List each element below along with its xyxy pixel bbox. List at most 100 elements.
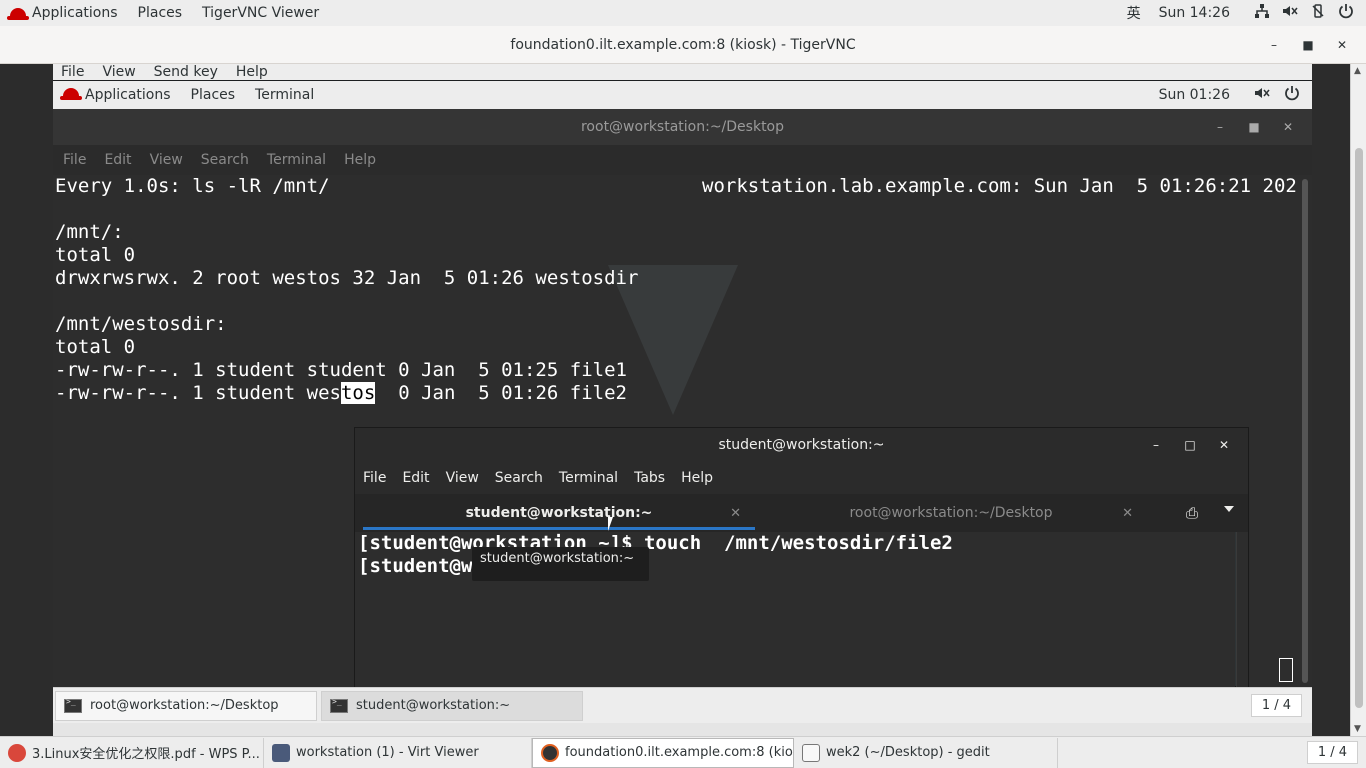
host-task-gedit[interactable]: wek2 (~/Desktop) - gedit bbox=[794, 737, 1058, 768]
gedit-icon bbox=[802, 743, 820, 762]
remote-task-root-terminal[interactable]: root@workstation:~/Desktop bbox=[55, 690, 317, 721]
scrollbar-thumb[interactable] bbox=[1302, 179, 1308, 683]
root-terminal-scrollbar[interactable] bbox=[1298, 175, 1312, 687]
terminal-line: total 0 bbox=[55, 336, 136, 358]
minimize-icon[interactable]: – bbox=[1260, 33, 1288, 57]
host-app-menu[interactable]: TigerVNC Viewer bbox=[192, 0, 329, 26]
close-icon[interactable]: ✕ bbox=[730, 506, 741, 521]
network-icon[interactable] bbox=[1248, 3, 1276, 23]
vnc-window-title: foundation0.ilt.example.com:8 (kiosk) - … bbox=[510, 36, 856, 53]
st-menu-help[interactable]: Help bbox=[681, 470, 713, 486]
remote-task-student-terminal[interactable]: student@workstation:~ bbox=[321, 690, 583, 721]
minimize-icon[interactable]: – bbox=[1206, 115, 1234, 139]
maximize-icon[interactable]: ■ bbox=[1294, 33, 1322, 57]
st-menu-terminal[interactable]: Terminal bbox=[559, 470, 618, 486]
remote-desktop: File View Send key Help Applications Pla… bbox=[53, 64, 1312, 736]
terminal-icon bbox=[64, 697, 82, 713]
tab-root[interactable]: root@workstation:~/Desktop ✕ bbox=[755, 494, 1147, 532]
vnc-menu-help[interactable]: Help bbox=[236, 64, 268, 80]
volume-muted-icon[interactable] bbox=[1254, 85, 1270, 105]
host-workspace-pager[interactable]: 1 / 4 bbox=[1306, 741, 1358, 764]
vnc-window-titlebar[interactable]: foundation0.ilt.example.com:8 (kiosk) - … bbox=[0, 26, 1366, 64]
remote-clock[interactable]: Sun 01:26 bbox=[1159, 87, 1230, 103]
host-applications-menu[interactable]: Applications bbox=[0, 0, 128, 26]
student-terminal-scrollbar[interactable] bbox=[1236, 532, 1248, 688]
new-tab-icon[interactable]: ⎙ bbox=[1186, 504, 1198, 522]
watch-header-right: workstation.lab.example.com: Sun Jan 5 0… bbox=[702, 175, 1309, 197]
vnc-menu-send-key[interactable]: Send key bbox=[154, 64, 218, 80]
st-menu-file[interactable]: File bbox=[363, 470, 386, 486]
remote-lower-strip bbox=[53, 723, 1312, 736]
scroll-up-icon[interactable]: ▲ bbox=[1354, 66, 1361, 76]
host-places-menu[interactable]: Places bbox=[128, 0, 193, 26]
input-method-indicator[interactable]: 英 bbox=[1113, 3, 1155, 23]
close-icon[interactable]: ✕ bbox=[1210, 433, 1238, 457]
terminal-line: /mnt/westosdir: bbox=[55, 313, 227, 335]
st-menu-view[interactable]: View bbox=[446, 470, 479, 486]
st-menu-edit[interactable]: Edit bbox=[402, 470, 429, 486]
remote-workspace-pager[interactable]: 1 / 4 bbox=[1250, 694, 1302, 717]
task-label: 3.Linux安全优化之权限.pdf - WPS P... bbox=[32, 747, 260, 762]
scrollbar-thumb[interactable] bbox=[1355, 148, 1363, 708]
student-terminal-titlebar[interactable]: student@workstation:~ – □ ✕ bbox=[355, 428, 1248, 462]
battery-icon[interactable] bbox=[1304, 3, 1332, 23]
root-terminal-menubar: File Edit View Search Terminal Help bbox=[53, 145, 1312, 175]
maximize-icon[interactable]: ■ bbox=[1240, 115, 1268, 139]
remote-terminal-menu[interactable]: Terminal bbox=[245, 87, 324, 103]
terminal-icon bbox=[330, 697, 348, 713]
tab-student[interactable]: student@workstation:~ ✕ bbox=[363, 494, 755, 532]
task-label: workstation (1) - Virt Viewer bbox=[296, 745, 479, 760]
terminal-line: Every 1.0s: ls -lR /mnt/ bbox=[55, 175, 330, 197]
host-clock[interactable]: Sun 14:26 bbox=[1155, 5, 1248, 21]
remote-places-menu[interactable]: Places bbox=[181, 87, 246, 103]
terminal-line: drwxrwsrwx. 2 root westos 32 Jan 5 01:26… bbox=[55, 267, 639, 289]
st-menu-tabs[interactable]: Tabs bbox=[634, 470, 665, 486]
host-top-bar: Applications Places TigerVNC Viewer 英 Su… bbox=[0, 0, 1366, 26]
st-menu-search[interactable]: Search bbox=[495, 470, 543, 486]
task-label: foundation0.ilt.example.com:8 (kios... bbox=[565, 745, 794, 760]
remote-applications-menu[interactable]: Applications bbox=[53, 87, 181, 103]
student-terminal-menubar: File Edit View Search Terminal Tabs Help bbox=[355, 462, 1248, 494]
host-task-wps-pdf[interactable]: 3.Linux安全优化之权限.pdf - WPS P... bbox=[0, 737, 264, 768]
root-menu-terminal[interactable]: Terminal bbox=[267, 152, 326, 168]
redhat-icon bbox=[60, 88, 82, 100]
power-icon[interactable] bbox=[1284, 85, 1300, 105]
vnc-menu-view[interactable]: View bbox=[102, 64, 135, 80]
minimize-icon[interactable]: – bbox=[1142, 433, 1170, 457]
terminal-line-file2: -rw-rw-r--. 1 student westos 0 Jan 5 01:… bbox=[55, 382, 627, 405]
terminal-line: [student@workstation ~]$ touch /mnt/west… bbox=[358, 532, 953, 554]
root-menu-help[interactable]: Help bbox=[344, 152, 376, 168]
root-menu-file[interactable]: File bbox=[63, 152, 86, 168]
chevron-down-icon[interactable] bbox=[1224, 506, 1234, 512]
vnc-menubar: File View Send key Help bbox=[53, 64, 1312, 80]
root-terminal-title: root@workstation:~/Desktop bbox=[580, 119, 785, 135]
student-terminal-window: student@workstation:~ – □ ✕ File Edit Vi… bbox=[354, 427, 1249, 688]
redhat-icon bbox=[7, 7, 29, 20]
remote-top-bar: Applications Places Terminal Sun 01:26 bbox=[53, 81, 1312, 109]
line-segment: -rw-rw-r--. 1 student wes bbox=[55, 382, 341, 404]
selected-text: tos bbox=[340, 382, 376, 404]
root-menu-search[interactable]: Search bbox=[201, 152, 249, 168]
terminal-line: total 0 bbox=[55, 244, 136, 266]
tab-bar: student@workstation:~ ✕ root@workstation… bbox=[355, 494, 1248, 532]
vnc-menu-file[interactable]: File bbox=[61, 64, 84, 80]
close-icon[interactable]: ✕ bbox=[1328, 33, 1356, 57]
terminal-cursor bbox=[1279, 658, 1293, 682]
root-terminal-titlebar[interactable]: root@workstation:~/Desktop – ■ ✕ bbox=[53, 109, 1312, 145]
scroll-down-icon[interactable]: ▼ bbox=[1354, 724, 1361, 734]
root-menu-edit[interactable]: Edit bbox=[104, 152, 131, 168]
vnc-vertical-scrollbar[interactable]: ▲ ▼ bbox=[1350, 64, 1366, 736]
volume-muted-icon[interactable] bbox=[1276, 3, 1304, 23]
host-task-tigervnc[interactable]: foundation0.ilt.example.com:8 (kios... bbox=[532, 737, 794, 768]
close-icon[interactable]: ✕ bbox=[1122, 506, 1133, 521]
power-icon[interactable] bbox=[1332, 3, 1366, 23]
host-taskbar: 3.Linux安全优化之权限.pdf - WPS P... workstatio… bbox=[0, 736, 1366, 768]
line-segment: 0 Jan 5 01:26 file2 bbox=[375, 382, 627, 404]
remote-applications-label: Applications bbox=[85, 87, 171, 103]
tab-label: student@workstation:~ bbox=[465, 505, 653, 521]
host-task-virt-viewer[interactable]: workstation (1) - Virt Viewer bbox=[264, 737, 532, 768]
maximize-icon[interactable]: □ bbox=[1176, 433, 1204, 457]
close-icon[interactable]: ✕ bbox=[1274, 115, 1302, 139]
pdf-icon bbox=[8, 743, 26, 762]
root-menu-view[interactable]: View bbox=[150, 152, 183, 168]
